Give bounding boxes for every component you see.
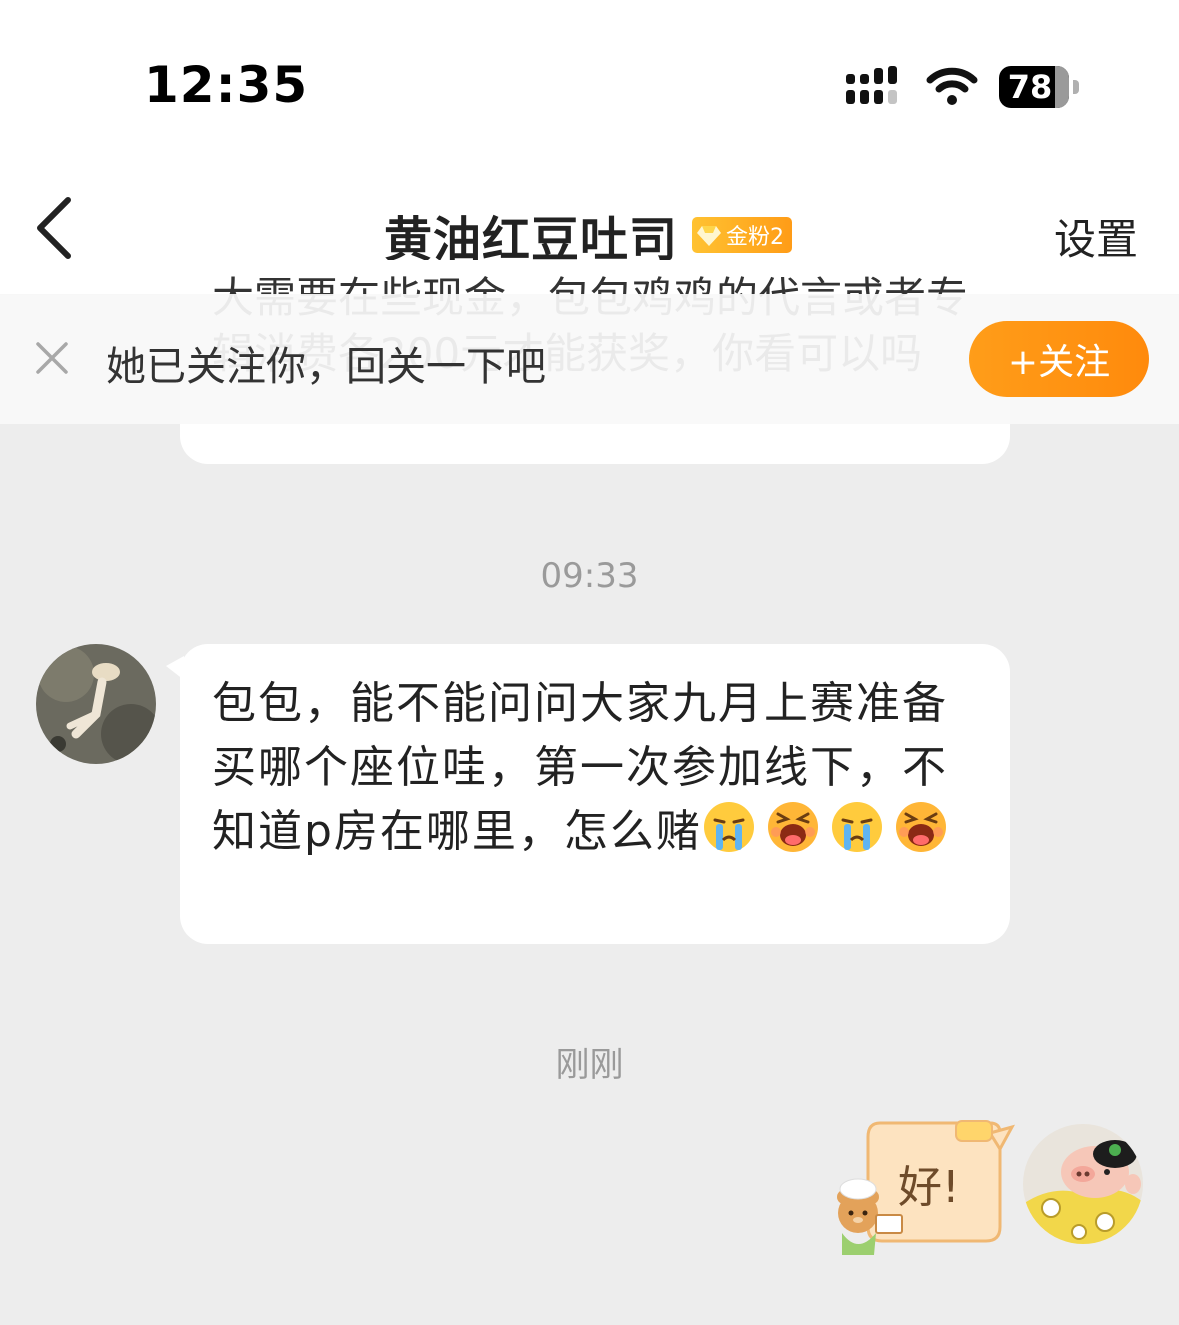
settings-button[interactable]: 设置 <box>1054 206 1138 267</box>
close-icon[interactable] <box>34 340 70 376</box>
follow-back-banner: 她已关注你，回关一下吧 +关注 <box>0 294 1179 424</box>
wifi-icon <box>926 67 978 105</box>
status-time: 12:35 <box>144 56 309 114</box>
yelling-emoji-icon <box>767 802 818 852</box>
diamond-icon <box>697 226 722 246</box>
crying-emoji-icon <box>703 802 754 852</box>
reply-sticker[interactable]: 好! <box>830 1115 1020 1265</box>
incoming-message-text: 包包，能不能问问大家九月上赛准备买哪个座位哇，第一次参加线下，不知道p房在哪里，… <box>212 672 982 864</box>
fan-badge-label: 金粉2 <box>726 225 785 250</box>
my-avatar[interactable] <box>1023 1124 1143 1244</box>
cellular-signal-icon <box>846 66 897 104</box>
battery-icon: 78 <box>999 66 1069 108</box>
timestamp-separator: 刚刚 <box>555 1045 624 1085</box>
sticker-text: 好! <box>898 1162 960 1213</box>
timestamp-separator: 09:33 <box>540 556 639 596</box>
battery-cap <box>1073 80 1079 94</box>
back-chevron-icon[interactable] <box>30 196 80 260</box>
battery-level: 78 <box>1007 68 1053 106</box>
status-bar: 12:35 78 <box>0 0 1179 170</box>
fan-level-badge: 金粉2 <box>692 217 793 253</box>
follow-back-text: 她已关注你，回关一下吧 <box>106 344 546 390</box>
contact-avatar[interactable] <box>36 644 156 764</box>
yelling-emoji-icon <box>895 802 946 852</box>
incoming-message-bubble[interactable]: 包包，能不能问问大家九月上赛准备买哪个座位哇，第一次参加线下，不知道p房在哪里，… <box>180 644 1010 944</box>
follow-button[interactable]: +关注 <box>969 321 1149 397</box>
crying-emoji-icon <box>831 802 882 852</box>
